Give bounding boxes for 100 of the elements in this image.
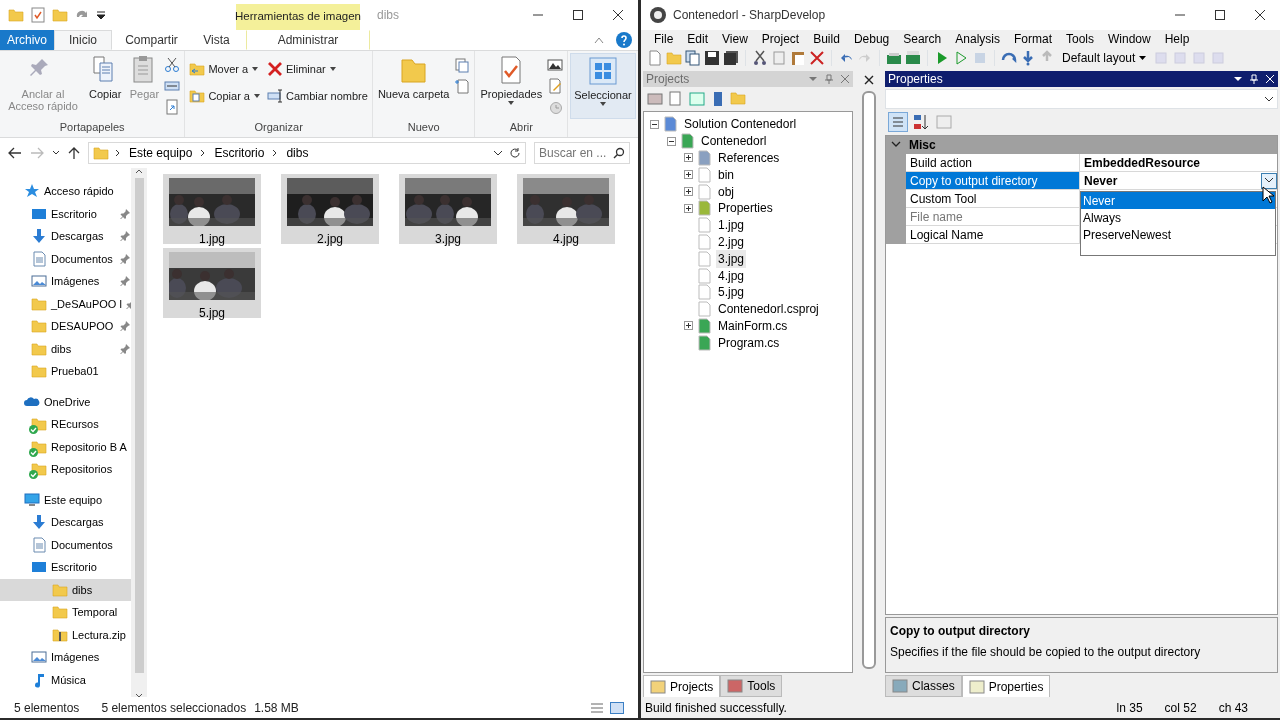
collapse-icon[interactable] bbox=[667, 136, 676, 146]
ribbon-tab[interactable]: Inicio bbox=[54, 30, 112, 50]
menu-item[interactable]: Edit bbox=[680, 29, 716, 48]
menu-item[interactable]: Window bbox=[1101, 29, 1158, 48]
close-icon[interactable] bbox=[864, 75, 874, 85]
ribbon-button[interactable]: Propiedades bbox=[477, 53, 546, 119]
tree-item[interactable]: 5.jpg bbox=[696, 283, 747, 301]
step-into-icon[interactable] bbox=[1020, 50, 1036, 66]
categorized-icon[interactable] bbox=[888, 112, 908, 132]
save-icon[interactable] bbox=[704, 50, 720, 66]
ribbon-tab[interactable]: Vista bbox=[191, 30, 242, 50]
nav-item[interactable]: Repositorios bbox=[0, 458, 131, 481]
nav-item[interactable]: Música bbox=[0, 668, 131, 691]
nav-item[interactable]: Escritorio bbox=[0, 202, 131, 225]
expand-icon[interactable] bbox=[684, 153, 693, 163]
scroll-up-icon[interactable] bbox=[135, 168, 143, 174]
search-field[interactable]: Buscar en ... bbox=[534, 142, 630, 164]
tree-item[interactable]: Contenedorl.csproj bbox=[696, 300, 821, 318]
nav-item[interactable]: Acceso rápido bbox=[0, 180, 131, 203]
tree-item[interactable]: obj bbox=[696, 183, 736, 200]
dropdown-arrow-icon[interactable] bbox=[1233, 74, 1243, 84]
menu-item[interactable]: Tools bbox=[1059, 29, 1101, 48]
ribbon-button[interactable]: Eliminar bbox=[265, 59, 370, 80]
tree-item[interactable]: 1.jpg bbox=[696, 216, 747, 234]
new-file-icon[interactable] bbox=[647, 50, 663, 66]
rebuild-icon[interactable] bbox=[905, 50, 921, 66]
dropdown-option[interactable]: Always bbox=[1081, 209, 1275, 226]
property-name[interactable]: Custom Tool bbox=[906, 190, 1080, 208]
tree-item[interactable]: 2.jpg bbox=[696, 233, 747, 251]
nav-item[interactable]: Este equipo bbox=[0, 488, 131, 511]
maximize-icon[interactable] bbox=[1215, 10, 1225, 20]
property-value[interactable]: EmbeddedResource bbox=[1084, 153, 1201, 172]
close-icon[interactable] bbox=[613, 10, 623, 20]
nav-item[interactable]: Descargas bbox=[0, 511, 131, 534]
scrollbar[interactable] bbox=[131, 168, 147, 697]
nav-item[interactable]: Imágenes bbox=[0, 270, 131, 293]
nav-item[interactable]: Repositorio B A bbox=[0, 435, 131, 458]
sort-icon[interactable] bbox=[911, 112, 931, 132]
maximize-icon[interactable] bbox=[573, 10, 583, 20]
pad-tab[interactable]: Classes bbox=[885, 675, 962, 697]
menu-item[interactable]: Debug bbox=[846, 29, 897, 48]
nav-item[interactable]: dibs bbox=[0, 337, 131, 360]
menu-item[interactable]: Help bbox=[1157, 29, 1197, 48]
back-arrow-icon[interactable] bbox=[8, 147, 22, 159]
collapse-chevron-icon[interactable] bbox=[594, 36, 604, 44]
tree-item[interactable]: bin bbox=[696, 166, 736, 184]
property-name[interactable]: Build action bbox=[906, 154, 1080, 172]
nav-item[interactable]: Imágenes bbox=[0, 646, 131, 669]
dropdown-option[interactable]: Never bbox=[1081, 192, 1275, 209]
expand-icon[interactable] bbox=[684, 203, 693, 213]
dropdown-option[interactable]: PreserveNewest bbox=[1081, 226, 1275, 243]
expand-icon[interactable] bbox=[684, 170, 693, 180]
close-icon[interactable] bbox=[1255, 10, 1265, 20]
category-header[interactable]: Misc bbox=[886, 136, 1277, 154]
chevron-down-icon[interactable] bbox=[52, 150, 60, 156]
tree-item[interactable]: References bbox=[696, 149, 782, 167]
expand-icon[interactable] bbox=[684, 321, 693, 331]
breadcrumb[interactable]: Escritorio bbox=[212, 144, 267, 162]
nav-item[interactable]: Documentos bbox=[0, 533, 131, 556]
file-thumbnail[interactable]: 5.jpg bbox=[163, 248, 261, 318]
nav-item[interactable]: dibs bbox=[0, 578, 131, 601]
ribbon-tab[interactable]: Compartir bbox=[112, 30, 191, 50]
cut-icon[interactable] bbox=[752, 50, 768, 66]
chevron-down-icon[interactable] bbox=[493, 150, 503, 156]
expand-icon[interactable] bbox=[684, 187, 693, 197]
ribbon-tab[interactable]: Archivo bbox=[0, 30, 54, 50]
ribbon-button[interactable]: Nueva carpeta bbox=[374, 53, 453, 119]
dropdown-button[interactable] bbox=[1261, 172, 1277, 189]
property-name[interactable]: Logical Name bbox=[906, 226, 1080, 244]
nav-item[interactable]: REcursos bbox=[0, 413, 131, 436]
nav-item[interactable]: Temporal bbox=[0, 601, 131, 624]
breadcrumb[interactable]: dibs bbox=[284, 144, 311, 162]
paste-icon[interactable] bbox=[790, 50, 806, 66]
menu-item[interactable]: View bbox=[715, 29, 755, 48]
tree-item[interactable]: Program.cs bbox=[696, 334, 782, 352]
breadcrumb[interactable]: Este equipo bbox=[127, 144, 195, 162]
layout-dropdown[interactable]: Default layout bbox=[1058, 49, 1151, 67]
menu-item[interactable]: Analysis bbox=[948, 29, 1007, 48]
save-all-icon[interactable] bbox=[723, 50, 739, 66]
nav-item[interactable]: Documentos bbox=[0, 247, 131, 270]
file-thumbnail[interactable]: 3.jpg bbox=[399, 174, 497, 244]
up-arrow-icon[interactable] bbox=[68, 146, 80, 160]
details-view-icon[interactable] bbox=[590, 701, 604, 714]
nav-item[interactable]: Escritorio bbox=[0, 556, 131, 579]
delete-icon[interactable] bbox=[809, 50, 825, 66]
tree-item[interactable]: Contenedorl bbox=[679, 132, 769, 150]
file-thumbnail[interactable]: 1.jpg bbox=[163, 174, 261, 244]
ribbon-button[interactable]: Mover a bbox=[187, 59, 263, 80]
thumbnail-view-icon[interactable] bbox=[610, 701, 624, 714]
nav-item[interactable]: DESAUPOO bbox=[0, 315, 131, 338]
property-name[interactable]: Copy to output directory bbox=[906, 172, 1080, 190]
menu-item[interactable]: Format bbox=[1006, 29, 1059, 48]
property-value[interactable]: Never bbox=[1084, 171, 1118, 190]
nav-item[interactable]: OneDrive bbox=[0, 390, 131, 413]
file-thumbnail[interactable]: 4.jpg bbox=[517, 174, 615, 244]
nav-item[interactable]: Lectura.zip bbox=[0, 623, 131, 646]
pad-tab[interactable]: Properties bbox=[961, 675, 1051, 697]
play-outline-icon[interactable] bbox=[953, 50, 969, 66]
pad-tab[interactable]: Tools bbox=[720, 675, 783, 697]
menu-item[interactable]: Search bbox=[896, 29, 949, 48]
